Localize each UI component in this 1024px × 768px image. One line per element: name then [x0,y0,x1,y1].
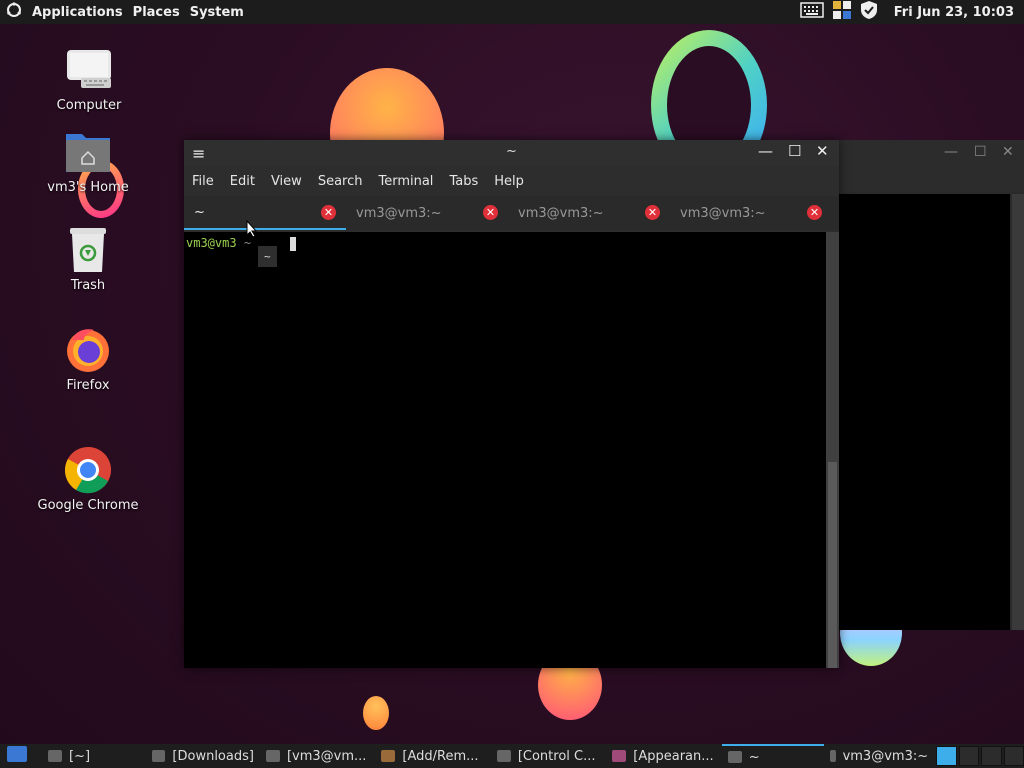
tooltip: ~ [258,246,277,267]
taskbar-item-active[interactable]: ~ [721,744,825,768]
taskbar: [~] [Downloads] [vm3@vm... [Add/Rem... [… [0,744,1024,768]
minimize-icon[interactable]: — [758,142,773,160]
desktop-icon-label: vm3's Home [47,180,129,195]
tab-label: vm3@vm3:~ [680,205,766,221]
terminal-tab[interactable]: vm3@vm3:~ ✕ [670,196,832,230]
desktop-icon-label: Google Chrome [37,498,139,513]
places-menu[interactable]: Places [133,5,180,20]
maximize-icon[interactable]: ☐ [974,144,987,160]
taskbar-item-label: [~] [69,748,91,764]
minimize-icon[interactable]: — [944,144,958,160]
menu-search[interactable]: Search [310,174,371,189]
taskbar-item[interactable]: [Downloads] [146,744,260,768]
chrome-icon [64,446,112,494]
keyboard-icon[interactable] [800,1,824,23]
taskbar-item-label: [Add/Rem... [402,748,479,764]
workspace-2[interactable] [958,746,980,766]
taskbar-item-label: [vm3@vm... [286,748,367,764]
text-cursor [290,236,297,251]
scrollbar-thumb[interactable] [828,462,837,668]
appearance-icon [612,750,627,762]
desktop-icon-label: Firefox [66,378,110,393]
package-icon [381,750,396,762]
terminal-tabbar: ~ ✕ vm3@vm3:~ ✕ vm3@vm3:~ ✕ vm3@vm3:~ ✕ [184,196,839,230]
control-center-icon [496,750,511,762]
desktop-icon-home[interactable]: vm3's Home [33,128,143,195]
terminal-icon [727,751,742,763]
terminal-tab[interactable]: vm3@vm3:~ ✕ [346,196,508,230]
tab-label: ~ [194,204,205,220]
taskbar-item[interactable]: [Appearan... [606,744,721,768]
desktop-icon-chrome[interactable]: Google Chrome [33,446,143,513]
menu-help[interactable]: Help [486,174,532,189]
top-panel: Applications Places System Fri Jun 23, 1… [0,0,1024,24]
network-status-icon[interactable] [832,0,852,24]
workspace-4[interactable] [1003,746,1024,766]
system-menu[interactable]: System [190,5,244,20]
security-shield-icon[interactable] [860,0,878,24]
taskbar-item-label: [Downloads] [172,748,254,764]
tab-label: vm3@vm3:~ [356,205,442,221]
taskbar-item-label: [Appearan... [633,748,714,764]
terminal-icon [265,750,280,762]
background-window[interactable]: — ☐ ✕ [838,140,1024,630]
applications-menu[interactable]: Applications [32,5,123,20]
terminal-icon [830,750,836,762]
taskbar-item[interactable]: [~] [42,744,146,768]
terminal-window[interactable]: ≡ ~ — ☐ ✕ File Edit View Search Terminal… [184,140,839,668]
firefox-icon [64,326,112,374]
home-folder-icon [64,128,112,176]
background-window-titlebar[interactable]: — ☐ ✕ [838,140,1024,192]
clock[interactable]: Fri Jun 23, 10:03 [894,5,1014,20]
taskbar-item[interactable]: [Add/Rem... [375,744,490,768]
close-icon[interactable]: ✕ [816,142,829,160]
prompt-user: vm3@vm3 [186,236,237,250]
tab-close-icon[interactable]: ✕ [483,205,498,220]
menu-view[interactable]: View [263,174,310,189]
menu-tabs[interactable]: Tabs [441,174,486,189]
terminal-tab[interactable]: ~ ✕ [184,196,346,230]
maximize-icon[interactable]: ☐ [788,142,801,160]
background-window-scrollbar[interactable] [1012,194,1024,630]
desktop-icon-computer[interactable]: Computer [34,46,144,113]
workspace-1[interactable] [936,746,957,766]
mouse-pointer-icon [246,219,258,242]
background-window-body[interactable] [838,194,1010,630]
menu-edit[interactable]: Edit [222,174,263,189]
taskbar-item-label: vm3@vm3:~ [842,748,929,764]
tab-close-icon[interactable]: ✕ [645,205,660,220]
trash-icon [64,226,112,274]
tab-close-icon[interactable]: ✕ [321,205,336,220]
window-title: ~ [506,144,517,159]
menu-terminal[interactable]: Terminal [370,174,441,189]
desktop-icon-label: Trash [70,278,106,293]
desktop-icon-firefox[interactable]: Firefox [33,326,143,393]
taskbar-item[interactable]: vm3@vm3:~ [824,744,934,768]
shell-prompt: vm3@vm3 ~ [186,236,297,251]
distro-logo-icon[interactable] [6,2,22,22]
terminal-menubar: File Edit View Search Terminal Tabs Help [184,166,839,196]
terminal-scrollbar[interactable] [826,232,839,668]
terminal-titlebar[interactable]: ≡ ~ — ☐ ✕ [184,140,839,166]
terminal-tab[interactable]: vm3@vm3:~ ✕ [508,196,670,230]
desktop-icon-label: Computer [56,98,122,113]
tab-label: vm3@vm3:~ [518,205,604,221]
tab-close-icon[interactable]: ✕ [807,205,822,220]
close-icon[interactable]: ✕ [1002,144,1014,160]
desktop-icon-trash[interactable]: Trash [33,226,143,293]
folder-icon [152,750,166,762]
terminal-screen[interactable]: vm3@vm3 ~ ~ [184,232,826,668]
taskbar-item[interactable]: [Control C... [491,744,606,768]
workspace-3[interactable] [981,746,1002,766]
show-desktop-icon[interactable] [6,745,28,767]
wallpaper-shape [363,696,389,730]
menu-file[interactable]: File [184,174,222,189]
taskbar-item-label: ~ [748,749,760,765]
window-icon [48,750,62,762]
taskbar-item-label: [Control C... [517,748,596,764]
taskbar-item[interactable]: [vm3@vm... [260,744,375,768]
computer-icon [65,46,113,94]
